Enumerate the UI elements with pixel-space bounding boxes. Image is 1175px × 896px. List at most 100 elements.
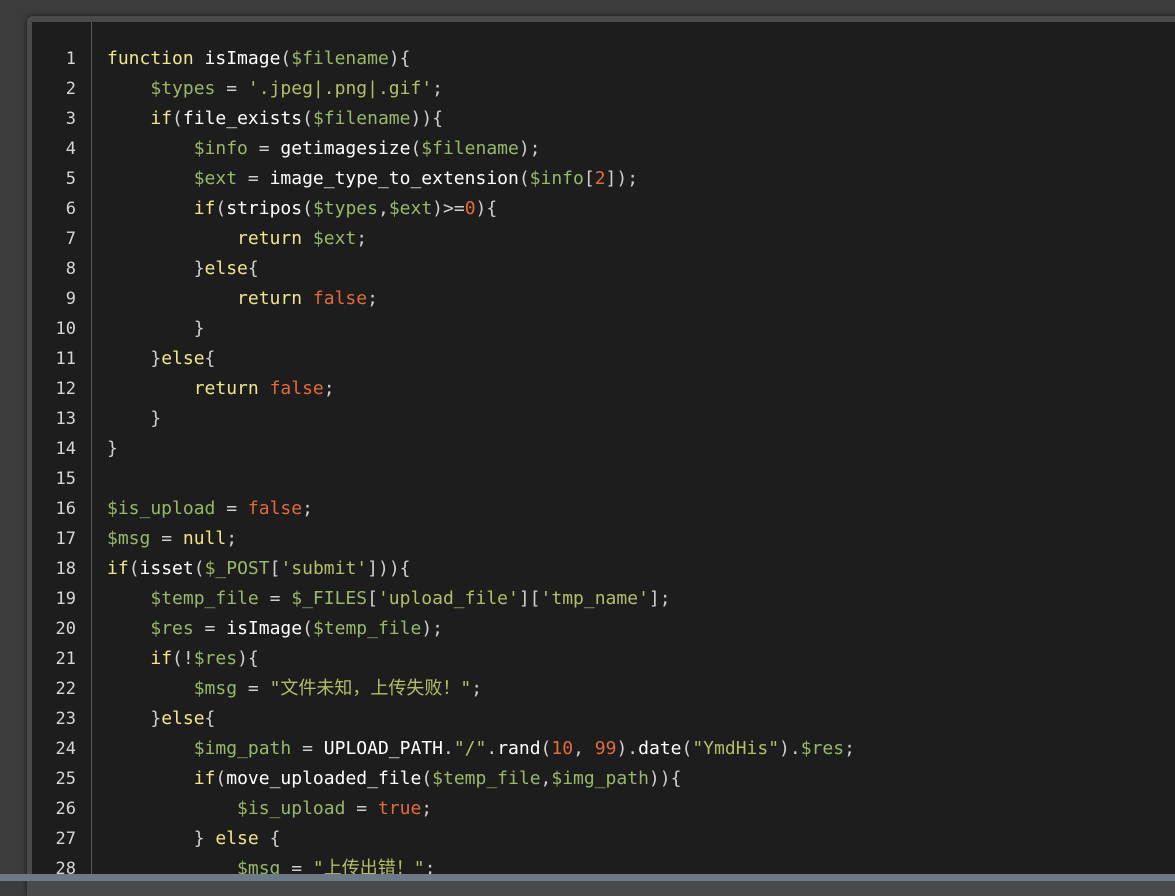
code-line[interactable]: $res = isImage($temp_file);	[107, 614, 443, 644]
code-line[interactable]: } else {	[107, 824, 281, 854]
code-token: UPLOAD_PATH	[323, 738, 443, 759]
code-token: $ext	[388, 198, 433, 219]
code-editor[interactable]: 1 2 3 4 5 6 7 8 9 10 11 12 13 14 15 16 17 18 19 20 21 22 23 24 2…	[32, 22, 1175, 881]
code-line[interactable]: $temp_file = $_FILES['upload_file']['tmp…	[107, 584, 671, 614]
line-number-gutter: 1 2 3 4 5 6 7 8 9 10 11 12 13 14 15 16 17 18 19 20 21 22 23 24 2…	[32, 22, 92, 881]
code-token: $msg	[193, 678, 238, 699]
line-number: 24	[55, 739, 76, 759]
code-token: )>=	[432, 198, 465, 219]
code-token: ).	[616, 738, 639, 759]
code-token: $filename	[291, 48, 389, 69]
code-line[interactable]: $msg = null;	[107, 524, 237, 554]
code-token: [	[367, 588, 378, 609]
code-token: false	[312, 288, 368, 309]
code-line[interactable]: }	[107, 434, 118, 464]
code-line[interactable]: }else{	[107, 704, 215, 734]
code-line[interactable]: $img_path = UPLOAD_PATH."/".rand(10, 99)…	[107, 734, 855, 764]
code-token: return	[237, 228, 313, 249]
code-token: ;	[302, 498, 313, 519]
code-token: ,	[540, 768, 552, 789]
code-token: $msg	[107, 528, 151, 549]
code-line[interactable]: if(file_exists($filename)){	[107, 104, 443, 134]
line-number: 3	[65, 109, 76, 129]
code-token: ){	[475, 198, 498, 219]
code-token: $types	[150, 78, 216, 99]
code-token: (	[681, 738, 693, 759]
code-line[interactable]: return false;	[107, 374, 335, 404]
code-line[interactable]: }	[107, 314, 205, 344]
code-token: ;	[367, 288, 378, 309]
code-line[interactable]: }	[107, 404, 161, 434]
code-token: (!	[172, 648, 194, 669]
line-number: 26	[55, 799, 76, 819]
code-token: }	[107, 408, 162, 429]
code-token: ;	[432, 78, 443, 99]
code-token: =	[247, 138, 281, 159]
code-token: ])){	[367, 558, 411, 579]
code-token: null	[182, 528, 227, 549]
code-line[interactable]: $types = '.jpeg|.png|.gif';	[107, 74, 443, 104]
code-line[interactable]: if(!$res){	[107, 644, 259, 674]
code-token: file_exists	[182, 108, 303, 129]
code-token: ,	[573, 738, 595, 759]
code-token: isImage	[226, 618, 303, 639]
code-token: return	[193, 378, 270, 399]
code-area[interactable]: function isImage($filename){ $types = '.…	[107, 22, 1175, 881]
code-token: [	[583, 168, 595, 189]
code-line[interactable]: if(isset($_POST['submit'])){	[107, 554, 411, 584]
code-token: ];	[648, 588, 671, 609]
code-token: );	[421, 618, 443, 639]
code-token: (	[518, 168, 530, 189]
code-line[interactable]: $info = getimagesize($filename);	[107, 134, 541, 164]
code-line[interactable]: }else{	[107, 344, 215, 374]
line-number: 17	[55, 529, 76, 549]
code-token: else	[161, 708, 205, 729]
bottom-scrollbar[interactable]	[0, 874, 1175, 881]
code-token: else	[204, 258, 248, 279]
code-token: '.jpeg|.png|.gif'	[247, 78, 433, 99]
code-token: ;	[421, 798, 433, 819]
line-number: 13	[55, 409, 76, 429]
code-line[interactable]: if(stripos($types,$ext)>=0){	[107, 194, 498, 224]
code-token: $img_path	[551, 768, 649, 789]
code-line[interactable]: $is_upload = true;	[107, 794, 432, 824]
code-token: if	[107, 558, 129, 579]
code-token: $is_upload	[107, 498, 216, 519]
line-number: 4	[65, 139, 76, 159]
code-token: }	[107, 318, 205, 339]
line-number: 19	[55, 589, 76, 609]
code-token: =	[150, 528, 183, 549]
code-token: if	[193, 198, 216, 219]
code-token: =	[237, 168, 270, 189]
code-token: 2	[594, 168, 606, 189]
code-line[interactable]: function isImage($filename){	[107, 44, 410, 74]
code-token: "文件未知，上传失败！"	[269, 678, 472, 699]
code-token: (	[193, 558, 205, 579]
code-line[interactable]: $ext = image_type_to_extension($info[2])…	[107, 164, 638, 194]
code-line[interactable]: if(move_uploaded_file($temp_file,$img_pa…	[107, 764, 682, 794]
code-token: 'submit'	[280, 558, 368, 579]
code-line[interactable]: }else{	[107, 254, 259, 284]
code-token: ){	[237, 648, 259, 669]
code-token: =	[215, 78, 248, 99]
code-token: getimagesize	[280, 138, 411, 159]
code-line[interactable]: return $ext;	[107, 224, 367, 254]
code-token: $ext	[312, 228, 357, 249]
code-line[interactable]: return false;	[107, 284, 378, 314]
code-token: ,	[377, 198, 389, 219]
code-token: $filename	[312, 108, 411, 129]
code-token: $ext	[193, 168, 238, 189]
code-line[interactable]: $is_upload = false;	[107, 494, 313, 524]
code-token: ;	[844, 738, 855, 759]
code-line[interactable]: $msg = "文件未知，上传失败！";	[107, 674, 482, 704]
code-token: false	[269, 378, 324, 399]
code-token: (	[410, 138, 422, 159]
code-token: =	[193, 618, 227, 639]
code-token: 'tmp_name'	[540, 588, 649, 609]
code-token: "/"	[453, 738, 487, 759]
line-number: 12	[55, 379, 76, 399]
code-token: date	[638, 738, 682, 759]
